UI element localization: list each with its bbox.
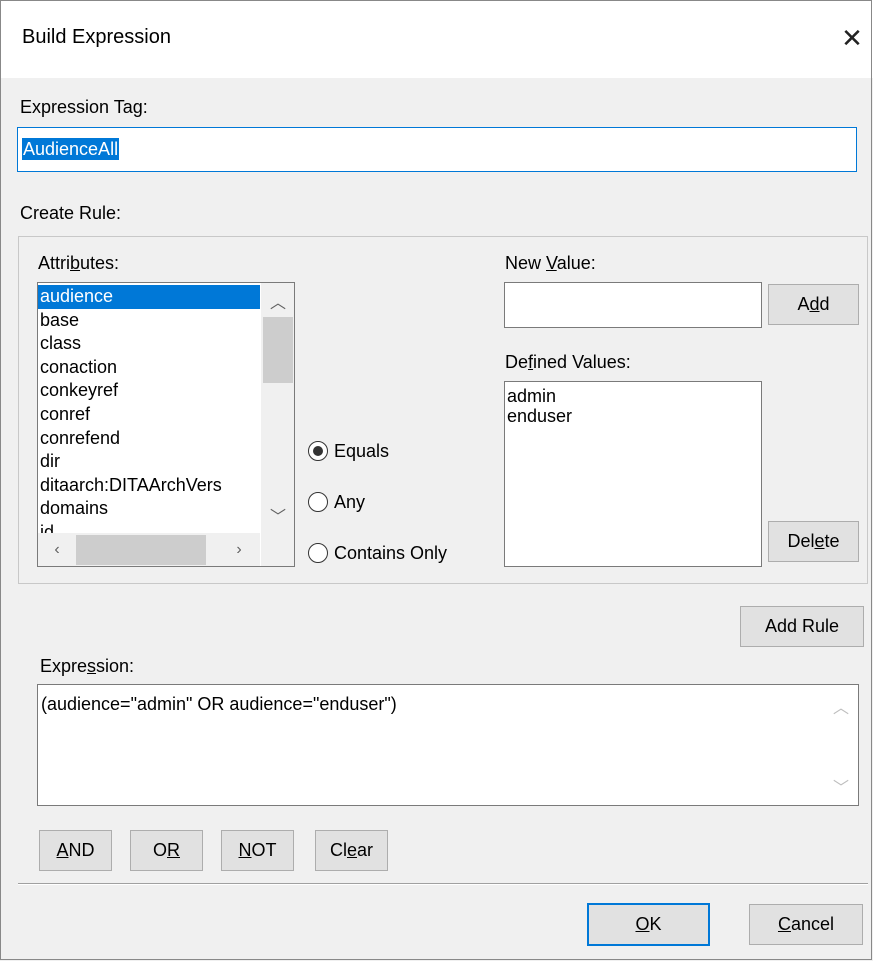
attributes-vertical-scrollbar[interactable]: ︿ ﹀ — [261, 283, 294, 533]
radio-contains-only-indicator[interactable] — [308, 543, 328, 563]
attribute-item-conref[interactable]: conref — [38, 403, 260, 427]
new-value-label: New Value: — [505, 253, 596, 273]
attribute-item-dir[interactable]: dir — [38, 450, 260, 474]
radio-equals[interactable]: Equals — [308, 439, 389, 463]
not-button[interactable]: N OT — [221, 830, 294, 871]
expression-label: Expression: — [40, 656, 135, 676]
window-title: Build Expression — [22, 26, 171, 48]
scroll-up-icon[interactable]: ︿ — [261, 287, 294, 315]
delete-button[interactable]: Del e te — [768, 521, 859, 562]
radio-equals-label: Equals — [334, 441, 390, 461]
defined-values-listbox[interactable]: admin enduser — [504, 381, 762, 567]
new-value-input[interactable] — [504, 282, 762, 328]
add-rule-button[interactable]: Add Rule — [740, 606, 864, 647]
expression-text: (audience="admin" OR audience="enduser") — [41, 694, 397, 714]
scroll-down-icon[interactable]: ﹀ — [261, 501, 294, 529]
attribute-item-base[interactable]: base — [38, 309, 260, 333]
horizontal-scroll-thumb[interactable] — [76, 535, 206, 565]
defined-values-label: Defined Values: — [505, 352, 631, 372]
separator — [18, 883, 868, 885]
attribute-item-conaction[interactable]: conaction — [38, 356, 260, 380]
expression-tag-input[interactable]: AudienceAll — [17, 127, 857, 172]
radio-any[interactable]: Any — [308, 490, 365, 514]
radio-contains-only[interactable]: Contains Only — [308, 541, 447, 565]
attributes-list: audience base class conaction conkeyref … — [38, 285, 260, 539]
expression-scroll-up-icon[interactable]: ︿ — [824, 691, 858, 721]
attributes-listbox[interactable]: audience base class conaction conkeyref … — [37, 282, 295, 567]
defined-value-admin[interactable]: admin — [505, 386, 572, 406]
create-rule-label: Create Rule: — [20, 203, 122, 223]
add-button[interactable]: Add — [768, 284, 859, 325]
expression-scroll-down-icon[interactable]: ﹀ — [824, 771, 858, 801]
or-button[interactable]: OR — [130, 830, 203, 871]
ok-button[interactable]: OK — [587, 903, 710, 946]
attribute-item-conkeyref[interactable]: conkeyref — [38, 379, 260, 403]
clear-button[interactable]: Cl e ar — [315, 830, 388, 871]
expression-textarea[interactable]: (audience="admin" OR audience="enduser")… — [37, 684, 859, 806]
attributes-horizontal-scrollbar[interactable]: ‹ › — [38, 533, 260, 566]
radio-any-indicator[interactable] — [308, 492, 328, 512]
and-button[interactable]: A ND — [39, 830, 112, 871]
cancel-button[interactable]: Cancel — [749, 904, 863, 945]
radio-any-label: Any — [334, 492, 366, 512]
defined-values-list: admin enduser — [505, 386, 572, 426]
radio-equals-indicator[interactable] — [308, 441, 328, 461]
expression-tag-label: Expression Tag: — [20, 97, 148, 117]
radio-contains-only-label: Contains Only — [334, 543, 448, 563]
attribute-item-class[interactable]: class — [38, 332, 260, 356]
defined-value-enduser[interactable]: enduser — [505, 406, 572, 426]
scroll-right-icon[interactable]: › — [224, 533, 254, 566]
attribute-item-domains[interactable]: domains — [38, 497, 260, 521]
expression-tag-value: AudienceAll — [22, 138, 120, 160]
expression-scrollbar[interactable]: ︿ ﹀ — [824, 685, 858, 805]
attribute-item-conrefend[interactable]: conrefend — [38, 427, 260, 451]
attribute-item-ditaarch[interactable]: ditaarch:DITAArchVers — [38, 474, 260, 498]
scrollbar-corner — [261, 533, 294, 566]
attributes-label: Attributes: — [38, 253, 120, 273]
close-icon[interactable]: ✕ — [832, 18, 872, 58]
scroll-thumb[interactable] — [263, 317, 293, 383]
attribute-item-audience[interactable]: audience — [38, 285, 260, 309]
scroll-left-icon[interactable]: ‹ — [42, 533, 72, 566]
